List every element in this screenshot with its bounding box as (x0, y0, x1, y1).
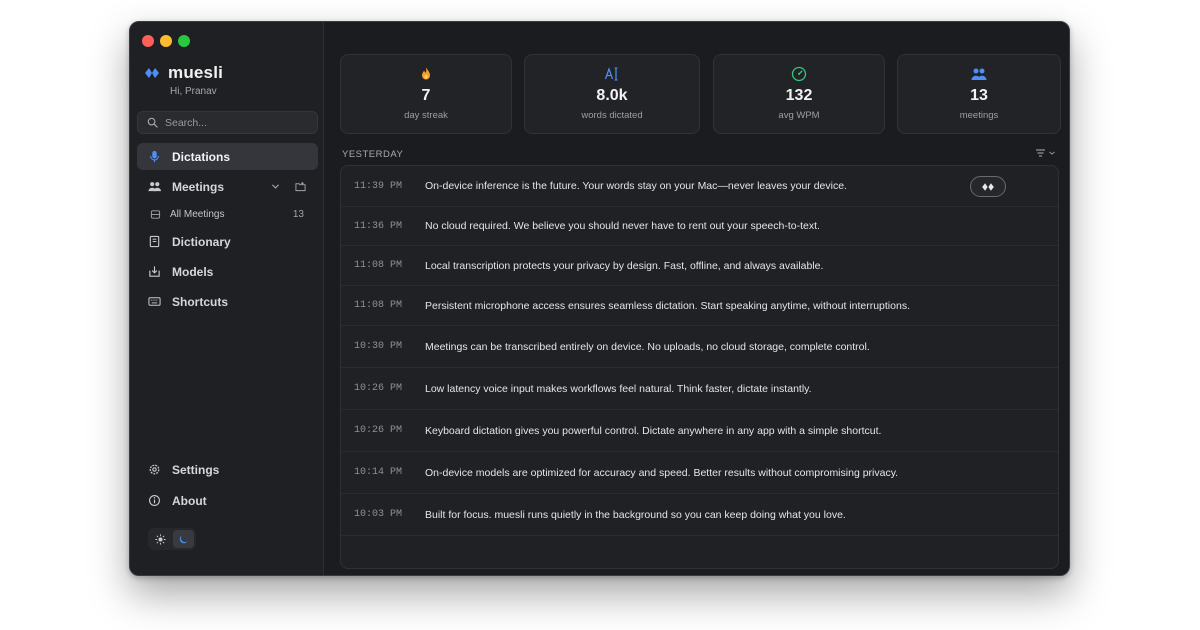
sidebar-item-label: About (172, 493, 207, 508)
list-item[interactable]: 11:08 PM Persistent microphone access en… (341, 286, 1058, 326)
stat-value: 132 (785, 87, 813, 104)
list-item[interactable]: 10:30 PM Meetings can be transcribed ent… (341, 326, 1058, 368)
main-content: 7 day streak 8.0k words dictated 132 avg… (325, 22, 1069, 575)
filter-icon (1036, 149, 1045, 157)
stat-label: meetings (959, 110, 999, 121)
dictation-text: Local transcription protects your privac… (425, 259, 824, 272)
sidebar-item-settings[interactable]: Settings (137, 456, 318, 483)
stat-card-streak: 7 day streak (340, 54, 512, 134)
dictation-time: 11:08 PM (354, 300, 403, 311)
download-box-icon (149, 266, 160, 277)
dictation-time: 11:36 PM (354, 220, 403, 232)
sort-filter-button[interactable] (1035, 148, 1056, 158)
dictation-text: On-device models are optimized for accur… (425, 466, 899, 479)
dictation-time: 10:03 PM (354, 509, 403, 520)
sidebar-item-models[interactable]: Models (137, 258, 318, 285)
list-item[interactable]: 10:26 PM Low latency voice input makes w… (341, 368, 1058, 410)
text-cursor-icon (604, 67, 618, 81)
sidebar-item-label: Settings (172, 462, 220, 477)
list-item[interactable]: 10:03 PM Built for focus. muesli runs qu… (341, 494, 1058, 536)
sidebar-item-label: Meetings (172, 179, 225, 194)
chevron-down-icon (1049, 151, 1055, 155)
flame-icon (422, 67, 430, 80)
copy-action-button[interactable] (970, 176, 1006, 197)
window-controls (142, 35, 190, 47)
sidebar-item-label: Shortcuts (172, 294, 229, 309)
keyboard-icon (148, 297, 161, 306)
dictation-time: 11:08 PM (354, 260, 403, 271)
gear-icon (149, 464, 160, 475)
dictation-time: 10:26 PM (354, 425, 403, 436)
muesli-logo-icon (982, 182, 994, 191)
list-item[interactable]: 11:36 PM No cloud required. We believe y… (341, 207, 1058, 246)
sidebar-item-meetings[interactable]: Meetings (137, 173, 318, 200)
stat-value: 13 (970, 87, 988, 104)
section-label: YESTERDAY (342, 149, 404, 160)
stat-label: day streak (404, 110, 448, 121)
stat-label: words dictated (581, 110, 643, 121)
book-icon (149, 235, 160, 248)
zoom-window-button[interactable] (178, 35, 190, 47)
dictation-text: Low latency voice input makes workflows … (425, 382, 812, 395)
dictation-time: 10:14 PM (354, 467, 403, 478)
dictation-text: Keyboard dictation gives you powerful co… (425, 424, 882, 437)
meetings-tools (270, 181, 306, 192)
sidebar-item-about[interactable]: About (137, 487, 318, 514)
app-name: muesli (168, 63, 224, 82)
theme-toggle (148, 528, 196, 550)
brand: muesli (144, 63, 223, 83)
dictation-time: 10:26 PM (354, 383, 403, 394)
search-input[interactable] (165, 116, 305, 129)
dictation-text: Meetings can be transcribed entirely on … (425, 340, 870, 353)
moon-icon (179, 534, 188, 543)
info-icon (149, 495, 160, 506)
greeting: Hi, Pranav (170, 86, 217, 97)
stat-value: 8.0k (596, 87, 628, 104)
app-window: muesli Hi, Pranav Dictations (129, 21, 1070, 576)
chevron-down-icon[interactable] (270, 181, 281, 192)
people-icon (148, 182, 161, 192)
sidebar-item-all-meetings[interactable]: All Meetings 13 (137, 203, 318, 225)
people-icon (971, 68, 987, 80)
stat-card-meetings: 13 meetings (897, 54, 1061, 134)
dictation-text: Built for focus. muesli runs quietly in … (425, 508, 846, 521)
dictations-list: 11:39 PM On-device inference is the futu… (340, 165, 1059, 569)
sidebar-item-shortcuts[interactable]: Shortcuts (137, 288, 318, 315)
list-item[interactable]: 10:14 PM On-device models are optimized … (341, 452, 1058, 494)
sidebar-item-label: Models (172, 264, 214, 279)
tray-icon (150, 209, 161, 219)
sidebar-item-label: Dictations (172, 149, 231, 164)
list-item[interactable]: 11:39 PM On-device inference is the futu… (341, 166, 1058, 207)
sun-icon (155, 533, 166, 545)
new-folder-icon[interactable] (295, 181, 306, 192)
search-icon (147, 117, 158, 128)
meetings-count: 13 (292, 208, 304, 220)
dark-theme-button[interactable] (173, 530, 194, 548)
sidebar-item-dictionary[interactable]: Dictionary (137, 228, 318, 255)
dictation-time: 10:30 PM (354, 341, 403, 352)
sidebar-item-label: Dictionary (172, 234, 231, 249)
search-box[interactable] (137, 111, 318, 134)
stat-value: 7 (421, 87, 431, 104)
stat-label: avg WPM (778, 110, 820, 121)
stat-card-words: 8.0k words dictated (524, 54, 700, 134)
list-item[interactable]: 10:26 PM Keyboard dictation gives you po… (341, 410, 1058, 452)
dictation-text: Persistent microphone access ensures sea… (425, 299, 910, 312)
minimize-window-button[interactable] (160, 35, 172, 47)
list-item[interactable]: 11:08 PM Local transcription protects yo… (341, 246, 1058, 286)
sidebar-item-dictations[interactable]: Dictations (137, 143, 318, 170)
stat-card-wpm: 132 avg WPM (713, 54, 885, 134)
light-theme-button[interactable] (150, 530, 171, 548)
dictation-time: 11:39 PM (354, 180, 403, 192)
close-window-button[interactable] (142, 35, 154, 47)
speedometer-icon (791, 66, 807, 82)
sidebar-item-label: All Meetings (170, 208, 225, 220)
dictation-text: No cloud required. We believe you should… (425, 220, 820, 232)
microphone-icon (150, 150, 159, 163)
dictation-text: On-device inference is the future. Your … (425, 180, 847, 192)
muesli-logo-icon (145, 68, 159, 78)
sidebar: muesli Hi, Pranav Dictations (130, 22, 324, 575)
